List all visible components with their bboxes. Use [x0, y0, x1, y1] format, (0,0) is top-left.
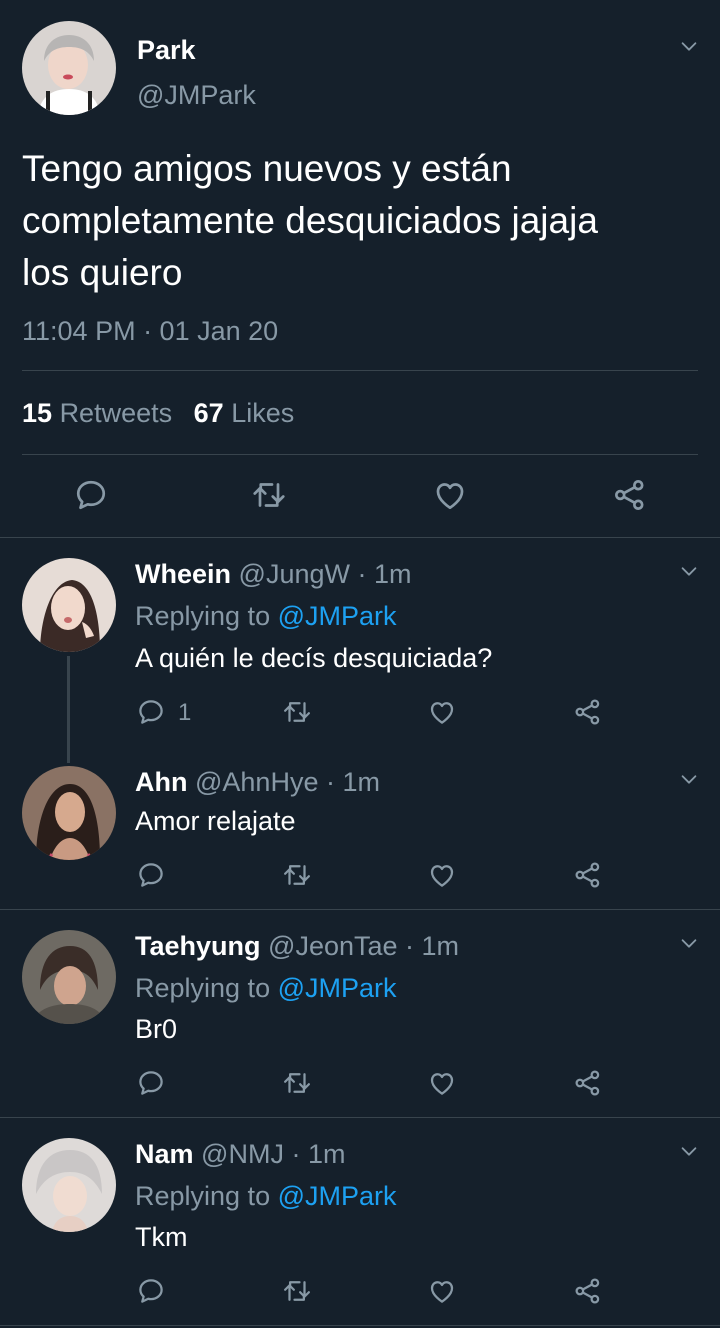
- likes-label: Likes: [231, 398, 295, 428]
- reply-time: · 1m: [357, 559, 412, 589]
- divider: [22, 370, 698, 371]
- reply-time: · 1m: [291, 1139, 346, 1169]
- replying-prefix: Replying to: [135, 1181, 271, 1211]
- author-handle[interactable]: @JungW: [239, 559, 350, 589]
- share-icon[interactable]: [573, 1276, 603, 1306]
- reply-icon[interactable]: [136, 860, 166, 890]
- divider: [0, 909, 720, 910]
- author-name[interactable]: Wheein: [135, 559, 231, 589]
- reply-header: Ahn @AhnHye · 1m: [135, 766, 380, 798]
- like-icon[interactable]: [427, 1068, 457, 1098]
- share-icon[interactable]: [573, 860, 603, 890]
- tweet-text-line: los quiero: [22, 252, 183, 293]
- reply-icon[interactable]: [136, 1276, 166, 1306]
- retweets-label: Retweets: [59, 398, 173, 428]
- likes-stat[interactable]: 67 Likes: [194, 398, 295, 428]
- reply-text: Br0: [135, 1014, 178, 1044]
- retweet-icon[interactable]: [282, 697, 312, 727]
- reply-header: Nam @NMJ · 1m: [135, 1138, 345, 1170]
- replying-to: Replying to @JMPark: [135, 600, 397, 632]
- retweet-icon[interactable]: [282, 1276, 312, 1306]
- chevron-down-icon[interactable]: [678, 560, 700, 582]
- author-handle[interactable]: @JeonTae: [268, 931, 398, 961]
- like-icon[interactable]: [427, 1276, 457, 1306]
- share-icon[interactable]: [612, 477, 648, 513]
- replying-to: Replying to @JMPark: [135, 1180, 397, 1212]
- likes-count: 67: [193, 398, 224, 428]
- divider: [0, 1325, 720, 1326]
- reply-icon[interactable]: [136, 697, 166, 727]
- replying-prefix: Replying to: [135, 601, 271, 631]
- avatar[interactable]: [22, 558, 116, 652]
- share-icon[interactable]: [573, 1068, 603, 1098]
- reply-icon[interactable]: [136, 1068, 166, 1098]
- reply-text: A quién le decís desquiciada?: [135, 643, 493, 673]
- reply-count: 1: [178, 699, 192, 726]
- replying-to-link[interactable]: @JMPark: [278, 1181, 397, 1211]
- avatar[interactable]: [22, 21, 116, 115]
- avatar[interactable]: [22, 930, 116, 1024]
- divider: [22, 454, 698, 455]
- chevron-down-icon[interactable]: [678, 932, 700, 954]
- reply-text: Tkm: [135, 1222, 188, 1252]
- tweet-text-line: completamente desquiciados jajaja: [22, 200, 598, 241]
- author-handle[interactable]: @JMPark: [137, 79, 256, 111]
- replying-to: Replying to @JMPark: [135, 972, 397, 1004]
- retweets-count: 15: [22, 398, 53, 428]
- chevron-down-icon[interactable]: [678, 768, 700, 790]
- author-name[interactable]: Taehyung: [135, 931, 261, 961]
- tweet-stats: 15 Retweets 67 Likes: [22, 397, 294, 429]
- chevron-down-icon[interactable]: [678, 35, 700, 57]
- replying-to-link[interactable]: @JMPark: [278, 973, 397, 1003]
- like-icon[interactable]: [427, 697, 457, 727]
- reply-time: · 1m: [405, 931, 460, 961]
- divider: [0, 1117, 720, 1118]
- replying-to-link[interactable]: @JMPark: [278, 601, 397, 631]
- replying-prefix: Replying to: [135, 973, 271, 1003]
- share-icon[interactable]: [573, 697, 603, 727]
- avatar[interactable]: [22, 1138, 116, 1232]
- tweet-text-line: Tengo amigos nuevos y están: [22, 148, 512, 189]
- retweet-icon[interactable]: [282, 1068, 312, 1098]
- divider: [0, 537, 720, 538]
- reply-header: Taehyung @JeonTae · 1m: [135, 930, 459, 962]
- chevron-down-icon[interactable]: [678, 1140, 700, 1162]
- reply-header: Wheein @JungW · 1m: [135, 558, 412, 590]
- author-name[interactable]: Park: [137, 34, 196, 66]
- reply-text: Amor relajate: [135, 806, 296, 836]
- retweet-icon[interactable]: [282, 860, 312, 890]
- tweet-text: Tengo amigos nuevos y están completament…: [22, 143, 712, 299]
- author-handle[interactable]: @AhnHye: [195, 767, 318, 797]
- reply-time: · 1m: [325, 767, 380, 797]
- retweets-stat[interactable]: 15 Retweets: [22, 398, 180, 428]
- like-icon[interactable]: [427, 860, 457, 890]
- tweet-timestamp[interactable]: 11:04 PM · 01 Jan 20: [22, 315, 278, 347]
- retweet-icon[interactable]: [251, 477, 287, 513]
- avatar[interactable]: [22, 766, 116, 860]
- author-handle[interactable]: @NMJ: [201, 1139, 284, 1169]
- thread-line: [67, 656, 70, 763]
- like-icon[interactable]: [432, 477, 468, 513]
- author-name[interactable]: Ahn: [135, 767, 187, 797]
- reply-icon[interactable]: [73, 477, 109, 513]
- author-name[interactable]: Nam: [135, 1139, 194, 1169]
